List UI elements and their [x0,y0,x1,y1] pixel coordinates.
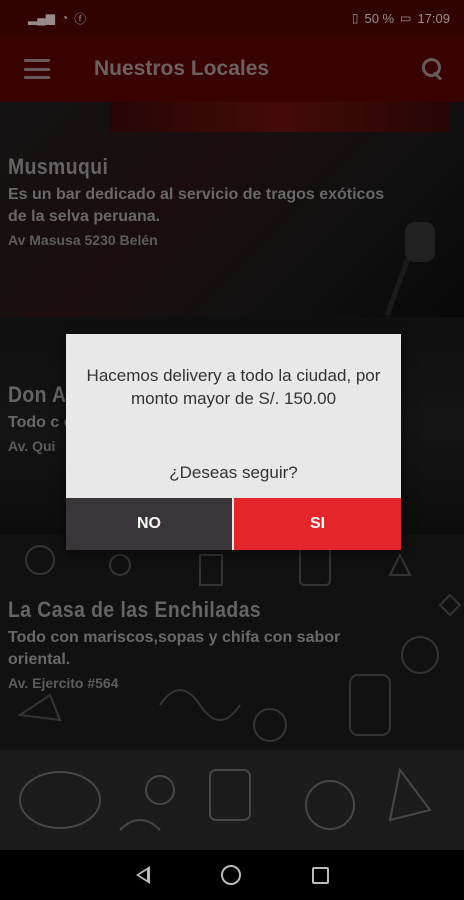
delivery-dialog: Hacemos delivery a todo la ciudad, por m… [66,334,401,550]
no-button[interactable]: NO [66,498,232,550]
back-icon[interactable] [135,866,150,884]
home-icon[interactable] [220,865,241,885]
dialog-question: ¿Deseas seguir? [169,463,298,482]
si-button[interactable]: SI [234,498,401,550]
recent-apps-icon[interactable] [311,866,329,884]
navigation-bar [0,850,464,900]
dialog-message: Hacemos delivery a todo la ciudad, por m… [86,366,381,408]
